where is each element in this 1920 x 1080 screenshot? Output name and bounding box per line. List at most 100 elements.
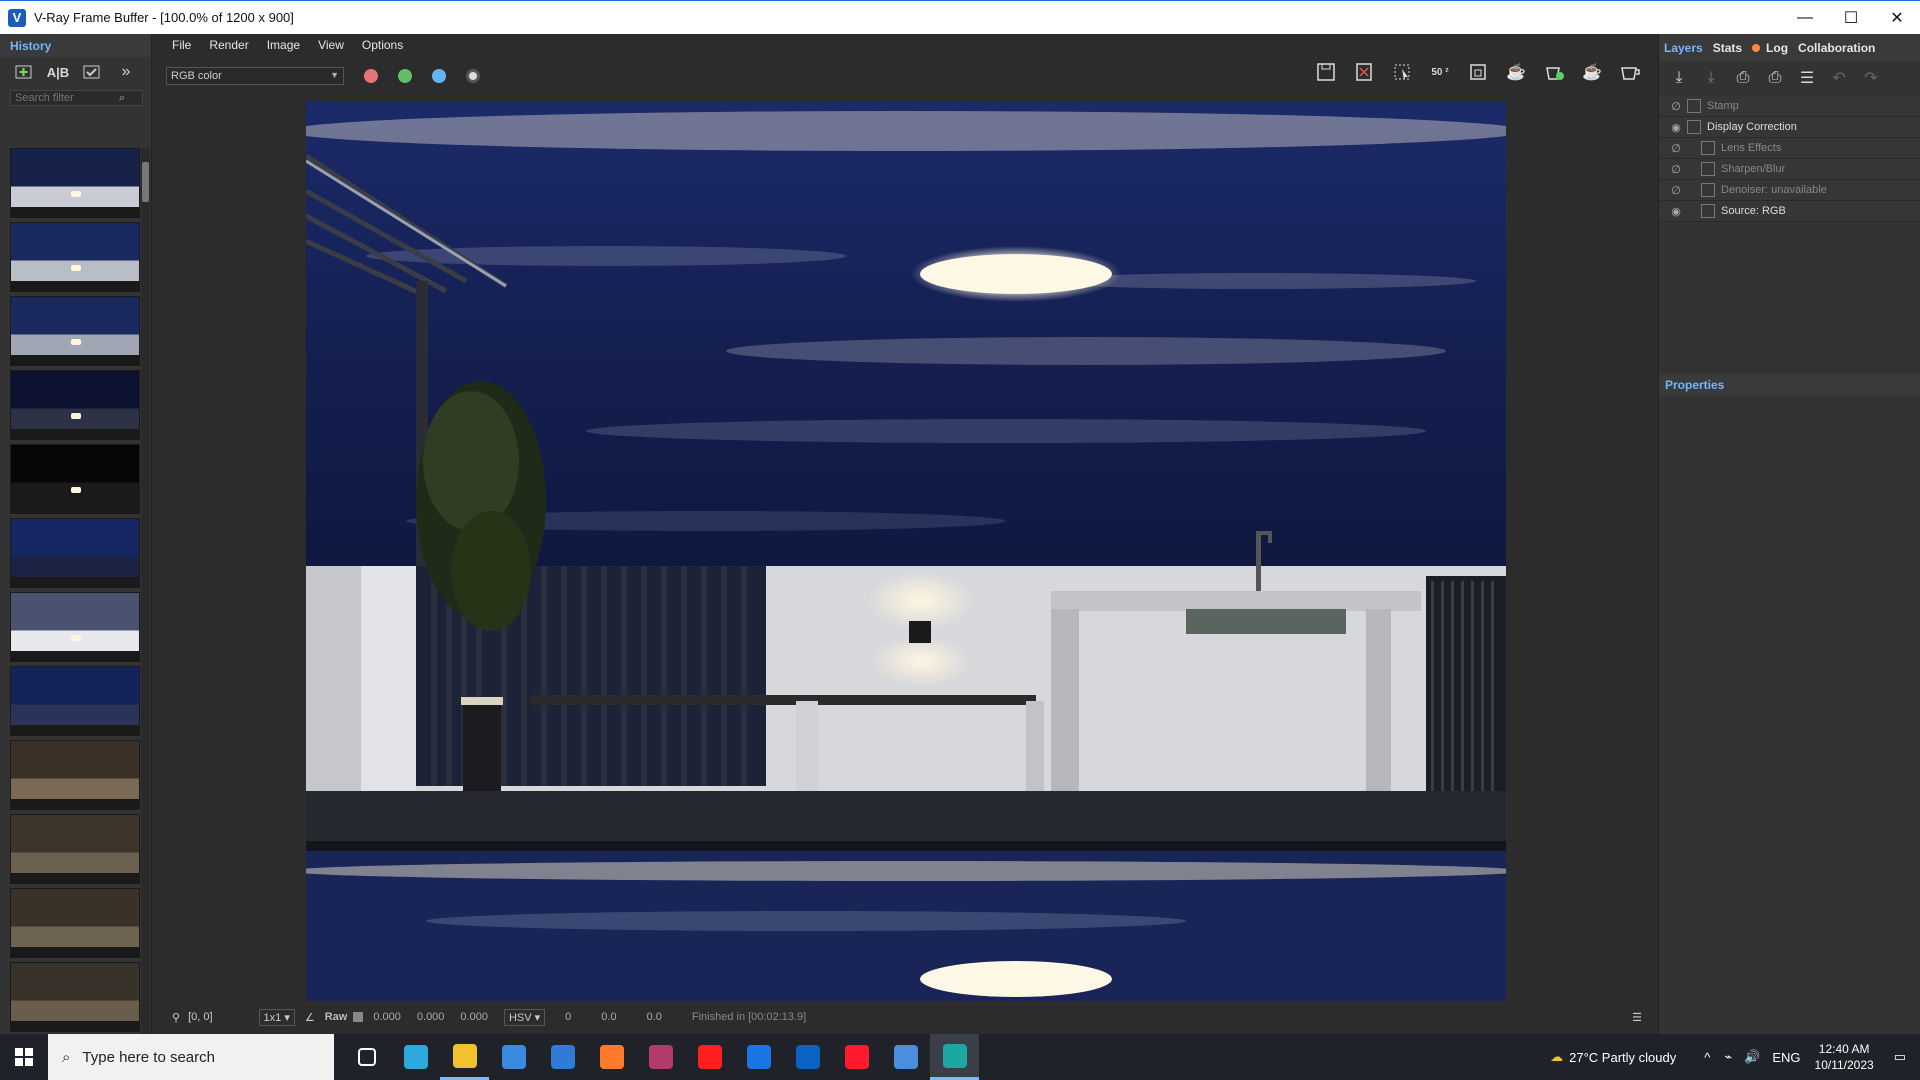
history-thumbnail[interactable] xyxy=(10,814,140,884)
layer-label: Lens Effects xyxy=(1721,142,1782,154)
history-thumbnail[interactable] xyxy=(10,740,140,810)
firefox-icon[interactable] xyxy=(587,1034,636,1080)
green-channel-toggle[interactable] xyxy=(398,69,412,83)
history-scrollbar[interactable] xyxy=(141,148,150,1068)
load-history-icon[interactable] xyxy=(80,62,104,82)
store-icon[interactable] xyxy=(489,1034,538,1080)
channel-select[interactable]: RGB color ▼ xyxy=(166,67,344,85)
network-icon[interactable]: ⌁ xyxy=(1724,1049,1732,1065)
notifications-icon[interactable]: ▭ xyxy=(1894,1049,1906,1065)
layer-presets-icon[interactable]: ☰ xyxy=(1795,68,1819,88)
layer-row[interactable]: ∅ Stamp xyxy=(1659,96,1920,117)
file-explorer-glyph xyxy=(452,1043,477,1068)
expand-icon[interactable]: » xyxy=(114,62,138,82)
menu-file[interactable]: File xyxy=(172,38,191,52)
menu-bar: File Render Image View Options xyxy=(162,34,1650,56)
history-thumbnail[interactable] xyxy=(10,518,140,588)
history-thumbnail[interactable] xyxy=(10,666,140,736)
curve-icon[interactable]: ∠ xyxy=(305,1011,315,1024)
history-search-input[interactable] xyxy=(15,92,115,104)
menu-image[interactable]: Image xyxy=(267,38,300,52)
alpha-channel-toggle[interactable] xyxy=(466,69,480,83)
close-button[interactable]: ✕ xyxy=(1874,1,1920,35)
history-thumbnail[interactable] xyxy=(10,888,140,958)
render-interactive-icon[interactable] xyxy=(1542,62,1566,82)
app-store-icon[interactable] xyxy=(881,1034,930,1080)
load-layer-tree-icon[interactable]: ⎙ xyxy=(1763,68,1787,88)
history-thumbnail[interactable] xyxy=(10,370,140,440)
save-to-history-icon[interactable] xyxy=(12,62,36,82)
save-layer-tree-icon[interactable]: ⎙ xyxy=(1731,68,1755,88)
history-thumbnail[interactable] xyxy=(10,592,140,662)
system-tray: ☁ 27°C Partly cloudy ^ ⌁ 🔊 ENG 12:40 AM … xyxy=(1550,1034,1920,1080)
ab-compare-icon[interactable]: A|B xyxy=(46,62,70,82)
file-explorer-icon[interactable] xyxy=(440,1034,489,1080)
tab-log[interactable]: Log xyxy=(1752,41,1788,55)
zoom-select[interactable]: 1x1 ▾ xyxy=(258,1008,295,1026)
youtube-icon[interactable] xyxy=(685,1034,734,1080)
menu-render[interactable]: Render xyxy=(209,38,248,52)
mail-icon[interactable] xyxy=(538,1034,587,1080)
blue-channel-toggle[interactable] xyxy=(432,69,446,83)
layer-row[interactable]: ◉ Source: RGB xyxy=(1659,201,1920,222)
region-render-icon[interactable] xyxy=(1390,62,1414,82)
eye-icon[interactable]: ◉ xyxy=(1665,205,1687,218)
lock-region-icon[interactable] xyxy=(1466,62,1490,82)
console-icon[interactable]: ☰ xyxy=(1632,1011,1642,1024)
history-thumbnail[interactable] xyxy=(10,148,140,218)
delete-layer-icon: ⤓ xyxy=(1707,69,1715,86)
tab-stats[interactable]: Stats xyxy=(1713,41,1742,55)
clear-image-icon[interactable] xyxy=(1352,62,1376,82)
pick-pixel-icon[interactable]: ⚲ xyxy=(172,1011,180,1024)
layer-row[interactable]: ∅ Denoiser: unavailable xyxy=(1659,180,1920,201)
taskbar-search[interactable]: ⌕ Type here to search xyxy=(48,1034,334,1080)
layer-row[interactable]: ∅ Sharpen/Blur xyxy=(1659,159,1920,180)
history-search[interactable]: ⌕ xyxy=(10,90,143,106)
menu-options[interactable]: Options xyxy=(362,38,403,52)
layer-row[interactable]: ∅ Lens Effects xyxy=(1659,138,1920,159)
layer-row[interactable]: ◉ Display Correction xyxy=(1659,117,1920,138)
eye-icon[interactable]: ◉ xyxy=(1665,121,1687,134)
red-channel-toggle[interactable] xyxy=(364,69,378,83)
outlook-icon[interactable] xyxy=(783,1034,832,1080)
render-icon[interactable] xyxy=(1618,62,1642,82)
chevron-up-icon[interactable]: ^ xyxy=(1704,1050,1710,1065)
save-image-icon[interactable] xyxy=(1314,62,1338,82)
task-view-icon[interactable] xyxy=(342,1034,391,1080)
eye-hidden-icon[interactable]: ∅ xyxy=(1665,100,1687,113)
language-indicator[interactable]: ENG xyxy=(1772,1050,1800,1065)
facebook-icon[interactable] xyxy=(734,1034,783,1080)
channel-select-value: RGB color xyxy=(171,70,222,82)
minimize-button[interactable]: — xyxy=(1782,1,1828,35)
eye-hidden-icon[interactable]: ∅ xyxy=(1665,142,1687,155)
log-warning-icon xyxy=(1752,44,1761,52)
color-mode-select[interactable]: HSV ▾ xyxy=(503,1008,546,1026)
history-thumbnail[interactable] xyxy=(10,962,140,1032)
weather-text[interactable]: 27°C Partly cloudy xyxy=(1569,1050,1676,1065)
opera-icon[interactable] xyxy=(832,1034,881,1080)
sample-rate-icon[interactable]: 50 ² xyxy=(1428,62,1452,82)
layer-list: ∅ Stamp ◉ Display Correction ∅ Lens Effects ∅ S… xyxy=(1659,96,1920,222)
eye-hidden-icon[interactable]: ∅ xyxy=(1665,184,1687,197)
history-scrollbar-thumb[interactable] xyxy=(142,162,149,202)
render-viewport[interactable] xyxy=(306,101,1506,1001)
edge-icon[interactable] xyxy=(391,1034,440,1080)
tab-history[interactable]: History xyxy=(0,39,51,53)
eye-hidden-icon[interactable]: ∅ xyxy=(1665,163,1687,176)
history-thumbnail[interactable] xyxy=(10,296,140,366)
thumbnail-light xyxy=(71,265,81,271)
create-layer-icon[interactable]: ⤓ xyxy=(1667,68,1691,88)
3dsmax-icon[interactable] xyxy=(930,1034,979,1080)
history-thumbnail[interactable] xyxy=(10,222,140,292)
winrar-icon[interactable] xyxy=(636,1034,685,1080)
windows-start-icon[interactable] xyxy=(0,1034,48,1080)
maximize-button[interactable]: ☐ xyxy=(1828,1,1874,35)
tab-layers[interactable]: Layers xyxy=(1664,41,1703,55)
tab-collaboration[interactable]: Collaboration xyxy=(1798,41,1875,55)
pixel-coords: [0, 0] xyxy=(188,1011,213,1023)
clock[interactable]: 12:40 AM 10/11/2023 xyxy=(1815,1041,1874,1073)
title-bar: V V-Ray Frame Buffer - [100.0% of 1200 x… xyxy=(0,0,1920,34)
history-thumbnail[interactable] xyxy=(10,444,140,514)
volume-icon[interactable]: 🔊 xyxy=(1744,1049,1760,1065)
menu-view[interactable]: View xyxy=(318,38,344,52)
